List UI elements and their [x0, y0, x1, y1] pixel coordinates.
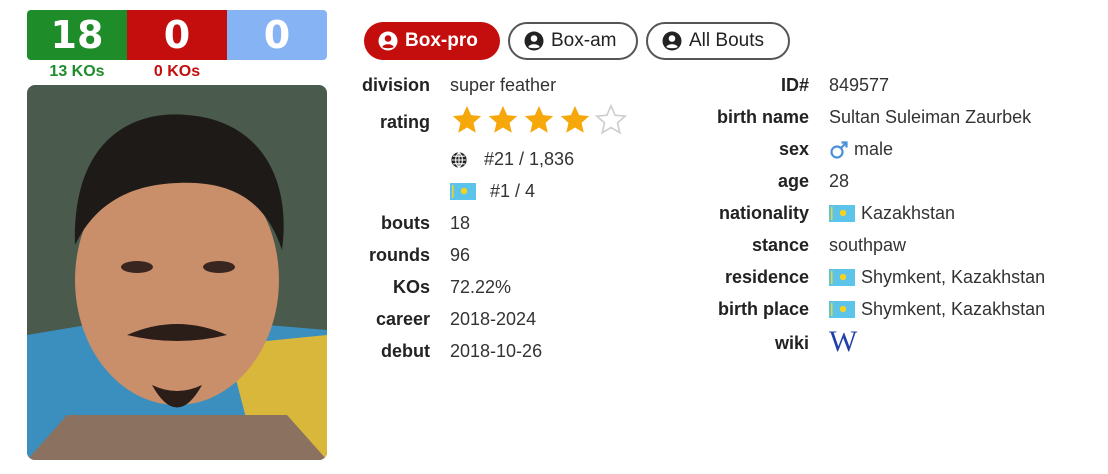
- user-circle-icon: [378, 31, 398, 51]
- globe-icon: [451, 151, 467, 168]
- record-bar: 18 0 0: [27, 10, 327, 60]
- residence-label: residence: [724, 267, 809, 287]
- rating-stars: [450, 103, 630, 137]
- birth-place-text: Shymkent, Kazakhstan: [861, 299, 1046, 319]
- wikipedia-icon[interactable]: W: [829, 327, 857, 357]
- bouts-label: bouts: [381, 213, 430, 233]
- rounds-value: 96: [450, 245, 471, 265]
- nationality-value: Kazakhstan: [829, 203, 955, 224]
- tab-box-pro[interactable]: Box-pro: [364, 22, 500, 60]
- losses-count: 0: [127, 10, 227, 60]
- tab-label: All Bouts: [689, 30, 764, 51]
- male-icon: [830, 140, 848, 159]
- win-kos: 13 KOs: [49, 63, 105, 80]
- stance-value: southpaw: [829, 235, 907, 255]
- birth-name-label: birth name: [716, 107, 809, 127]
- boxer-photo: [27, 85, 327, 460]
- stance-label: stance: [751, 235, 809, 255]
- country-rank-value: #1 / 4: [490, 181, 536, 201]
- world-rank: #21 / 1,836: [450, 149, 574, 170]
- sex-label: sex: [778, 139, 809, 159]
- residence-value: Shymkent, Kazakhstan: [829, 267, 1045, 288]
- division-value: super feather: [450, 75, 557, 95]
- kos-label: KOs: [392, 277, 430, 297]
- star-filled-icon: [560, 105, 590, 133]
- debut-value: 2018-10-26: [450, 341, 543, 361]
- nationality-text: Kazakhstan: [861, 203, 956, 223]
- tab-label: Box-pro: [405, 30, 478, 51]
- age-label: age: [777, 171, 809, 191]
- star-filled-icon: [452, 105, 482, 133]
- birth-place-label: birth place: [717, 299, 809, 319]
- residence-text: Shymkent, Kazakhstan: [861, 267, 1046, 287]
- wins-count: 18: [27, 10, 127, 60]
- age-value: 28: [829, 171, 850, 191]
- rounds-label: rounds: [369, 245, 430, 265]
- id-label: ID#: [780, 75, 809, 95]
- bouts-value: 18: [450, 213, 471, 233]
- rating-label: rating: [379, 112, 430, 132]
- loss-kos: 0 KOs: [153, 63, 201, 80]
- tab-label: Box-am: [551, 30, 617, 51]
- career-value: 2018-2024: [450, 309, 537, 329]
- star-empty-icon: [594, 103, 628, 135]
- division-label: division: [361, 75, 430, 95]
- debut-label: debut: [381, 341, 430, 361]
- world-rank-value: #21 / 1,836: [484, 149, 575, 169]
- user-circle-icon: [524, 31, 544, 51]
- kazakhstan-flag-icon: [829, 269, 855, 286]
- kazakhstan-flag-icon: [829, 205, 855, 222]
- sex-value: male: [829, 139, 893, 160]
- birth-place-value: Shymkent, Kazakhstan: [829, 299, 1045, 320]
- tab-all-bouts[interactable]: All Bouts: [646, 22, 790, 60]
- nationality-label: nationality: [718, 203, 809, 223]
- country-rank: #1 / 4: [450, 181, 535, 202]
- sex-text: male: [854, 139, 894, 159]
- star-filled-icon: [524, 105, 554, 133]
- kos-value: 72.22%: [450, 277, 512, 297]
- star-filled-icon: [488, 105, 518, 133]
- birth-name-value: Sultan Suleiman Zaurbek: [829, 107, 1032, 127]
- kazakhstan-flag-icon: [450, 183, 476, 200]
- draws-count: 0: [227, 10, 327, 60]
- tab-box-am[interactable]: Box-am: [508, 22, 638, 60]
- kazakhstan-flag-icon: [829, 301, 855, 318]
- user-circle-icon: [662, 31, 682, 51]
- wiki-label: wiki: [774, 333, 809, 353]
- career-label: career: [375, 309, 430, 329]
- id-value: 849577: [829, 75, 890, 95]
